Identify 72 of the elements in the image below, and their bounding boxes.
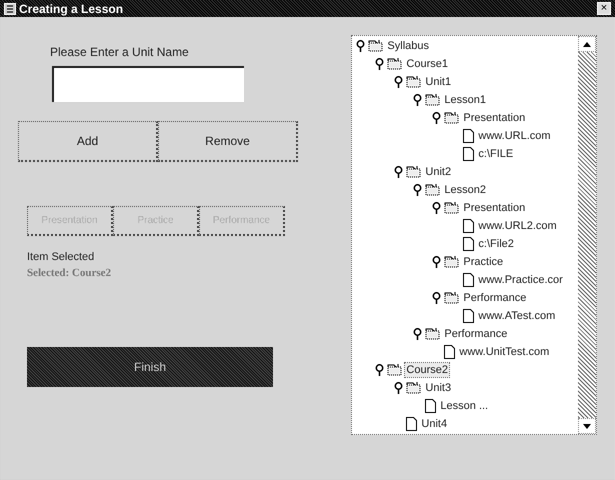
expand-handle-icon[interactable] bbox=[375, 58, 384, 70]
tree-node[interactable]: c:\File2 bbox=[477, 237, 515, 251]
file-icon bbox=[463, 309, 474, 323]
status-title: Item Selected bbox=[27, 251, 96, 263]
expand-handle-icon[interactable] bbox=[432, 112, 442, 124]
file-icon bbox=[463, 129, 474, 143]
expand-handle-icon[interactable] bbox=[394, 76, 404, 88]
expand-handle-icon[interactable] bbox=[432, 256, 442, 268]
folder-icon bbox=[444, 256, 460, 268]
expand-handle-icon[interactable] bbox=[394, 382, 404, 394]
close-button[interactable]: × bbox=[597, 2, 611, 15]
tree-node[interactable]: Lesson2 bbox=[443, 183, 488, 197]
file-icon bbox=[463, 273, 474, 287]
action-button[interactable]: Remove bbox=[158, 121, 298, 162]
folder-icon bbox=[444, 292, 460, 304]
tree-node[interactable]: c:\FILE bbox=[477, 147, 514, 161]
tree-node[interactable]: www.URL.com bbox=[477, 129, 552, 143]
tree-node[interactable]: Unit4 bbox=[420, 417, 448, 431]
folder-icon bbox=[387, 364, 402, 376]
app-icon bbox=[4, 2, 16, 14]
unit-name-field[interactable] bbox=[52, 66, 244, 102]
tree-node[interactable]: www.UnitTest.com bbox=[458, 345, 550, 359]
tree-node[interactable]: www.URL2.com bbox=[477, 219, 558, 233]
folder-icon bbox=[425, 328, 440, 340]
up-arrow-icon bbox=[583, 42, 591, 46]
tree-node[interactable]: Performance bbox=[443, 327, 508, 341]
tree-node[interactable]: Lesson1 bbox=[443, 93, 488, 107]
tree-node[interactable]: Course1 bbox=[405, 57, 449, 71]
expand-handle-icon[interactable] bbox=[413, 328, 422, 340]
folder-icon bbox=[406, 76, 422, 88]
down-arrow-icon bbox=[583, 424, 591, 428]
scroll-up-button[interactable] bbox=[578, 36, 596, 52]
folder-icon bbox=[368, 40, 384, 52]
file-icon bbox=[444, 345, 456, 359]
folder-icon bbox=[444, 112, 460, 124]
expand-handle-icon[interactable] bbox=[432, 202, 442, 214]
tree-node[interactable]: www.ATest.com bbox=[477, 309, 556, 323]
tree-node[interactable]: Unit2 bbox=[424, 165, 452, 179]
tree-node[interactable]: Performance bbox=[462, 291, 528, 305]
tree-node[interactable]: Course2 bbox=[405, 363, 449, 377]
tree-node[interactable]: Unit1 bbox=[424, 75, 452, 89]
scrollbar[interactable] bbox=[578, 36, 596, 434]
status-text: Selected: Course2 bbox=[27, 267, 112, 279]
folder-icon bbox=[406, 382, 422, 394]
scroll-down-button[interactable] bbox=[578, 418, 596, 434]
expand-handle-icon[interactable] bbox=[375, 364, 384, 376]
action-button[interactable]: Add bbox=[18, 121, 158, 162]
folder-icon bbox=[425, 184, 440, 196]
expand-handle-icon[interactable] bbox=[413, 94, 422, 106]
file-icon bbox=[463, 147, 474, 161]
field-label: Please Enter a Unit Name bbox=[50, 45, 190, 59]
expand-handle-icon[interactable] bbox=[356, 40, 366, 52]
window-title: Creating a Lesson bbox=[19, 2, 124, 16]
tree-node[interactable]: Presentation bbox=[462, 201, 526, 215]
expand-handle-icon[interactable] bbox=[413, 184, 422, 196]
file-icon bbox=[425, 399, 436, 413]
tree-node[interactable]: www.Practice.cor bbox=[477, 273, 564, 287]
tree-node[interactable]: Lesson ... bbox=[439, 399, 490, 413]
expand-handle-icon[interactable] bbox=[394, 166, 404, 178]
file-icon bbox=[406, 417, 418, 431]
folder-icon bbox=[425, 94, 440, 106]
file-icon bbox=[463, 237, 474, 251]
folder-icon bbox=[444, 202, 460, 214]
folder-icon bbox=[406, 166, 422, 178]
file-icon bbox=[463, 219, 474, 233]
expand-handle-icon[interactable] bbox=[432, 292, 442, 304]
tree-node[interactable]: Syllabus bbox=[386, 39, 430, 53]
tree-node[interactable]: Presentation bbox=[462, 111, 526, 125]
tree-node[interactable]: Unit3 bbox=[424, 381, 452, 395]
finish-button[interactable]: Finish bbox=[27, 347, 273, 387]
tree-node[interactable]: Practice bbox=[462, 255, 504, 269]
folder-icon bbox=[387, 58, 402, 70]
